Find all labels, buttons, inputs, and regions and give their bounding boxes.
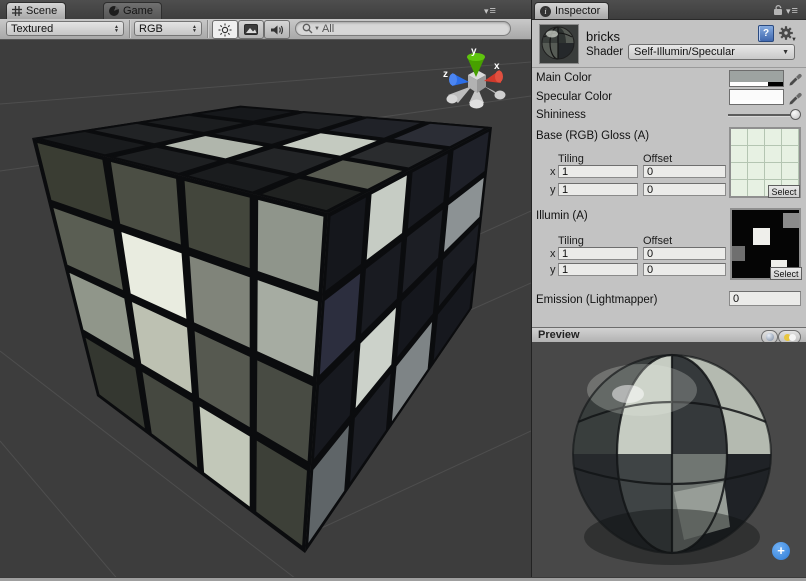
inspector-tabstrip: i Inspector ▾≡ (532, 0, 806, 20)
scene-tabstrip: Scene Game ▾≡ (0, 0, 531, 20)
illumin-y-label: y (550, 264, 556, 276)
base-offset-y-input[interactable] (643, 183, 726, 196)
unity-editor-window: Scene Game ▾≡ Textured ▲▼ RGB ▲▼ (0, 0, 806, 581)
base-y-label: y (550, 184, 556, 196)
illumin-texture-select-button[interactable]: Select (770, 267, 802, 280)
cube-object[interactable] (32, 106, 492, 553)
illumin-section-label: Illumin (A) (536, 210, 588, 222)
scene-pane-menu-icon[interactable]: ▾≡ (484, 5, 497, 17)
emission-label: Emission (Lightmapper) (536, 294, 657, 306)
illumin-tiling-x-input[interactable] (558, 247, 638, 260)
updown-arrows-icon: ▲▼ (192, 25, 197, 33)
color-mode-value: RGB (139, 23, 163, 35)
base-tiling-y-input[interactable] (558, 183, 638, 196)
search-input[interactable] (322, 23, 472, 35)
shininess-label: Shininess (536, 109, 586, 121)
axis-gizmo[interactable]: y x z (443, 46, 506, 109)
specular-color-alpha-bar (730, 100, 783, 104)
tab-game[interactable]: Game (103, 2, 162, 19)
illumin-offset-x-input[interactable] (643, 247, 726, 260)
illumin-gray-tile (732, 246, 745, 261)
illumin-tiling-y-input[interactable] (558, 263, 638, 276)
updown-arrows-icon: ▲▼ (114, 25, 119, 33)
scene-viewport[interactable]: y x z (0, 40, 531, 577)
preview-sphere (532, 342, 806, 577)
gear-icon[interactable]: ▼ (779, 26, 796, 42)
shader-label: Shader (586, 46, 623, 58)
scene-toolbar: Textured ▲▼ RGB ▲▼ (0, 19, 531, 40)
add-button[interactable]: + (772, 542, 790, 560)
divider (532, 67, 806, 68)
lock-icon[interactable] (772, 3, 784, 16)
emission-input[interactable] (729, 291, 801, 306)
inspector-pane: i Inspector ▾≡ bricks S (531, 0, 806, 581)
gizmo-z-label[interactable]: z (443, 69, 448, 80)
search-filter-arrow-icon: ▼ (314, 26, 320, 32)
shader-value: Self-Illumin/Specular (634, 46, 735, 58)
search-icon (302, 23, 313, 34)
material-name: bricks (586, 29, 620, 44)
info-icon: i (540, 6, 551, 17)
scene-pane: Scene Game ▾≡ Textured ▲▼ RGB ▲▼ (0, 0, 531, 581)
tab-scene-label: Scene (26, 5, 57, 17)
toolbar-separator (129, 20, 131, 38)
draw-mode-dropdown[interactable]: Textured ▲▼ (6, 21, 124, 36)
illumin-offset-y-input[interactable] (643, 263, 726, 276)
material-thumbnail[interactable] (539, 24, 579, 64)
tab-game-label: Game (123, 5, 153, 17)
light-white-icon (789, 334, 796, 341)
scene-lighting-toggle[interactable] (212, 20, 238, 39)
scene-grid-icon (12, 6, 22, 16)
game-icon (109, 6, 119, 16)
tab-inspector[interactable]: i Inspector (534, 2, 609, 19)
scene-search-field[interactable]: ▼ (295, 21, 511, 36)
main-color-swatch[interactable] (729, 70, 784, 87)
main-color-label: Main Color (536, 72, 592, 84)
svg-text:▼: ▼ (791, 37, 796, 42)
material-preview-area[interactable]: + (532, 342, 806, 577)
base-offset-header: Offset (643, 153, 672, 165)
base-texture-select-button[interactable]: Select (768, 185, 800, 198)
gizmo-z-axis[interactable] (449, 73, 469, 86)
illumin-x-label: x (550, 248, 556, 260)
toolbar-separator (207, 20, 209, 38)
shininess-slider-knob[interactable] (790, 109, 801, 120)
base-offset-x-input[interactable] (643, 165, 726, 178)
sun-icon (218, 23, 232, 37)
color-mode-dropdown[interactable]: RGB ▲▼ (134, 21, 202, 36)
preview-label: Preview (538, 329, 580, 341)
base-tiling-x-input[interactable] (558, 165, 638, 178)
shininess-slider-track[interactable] (728, 114, 796, 117)
tab-inspector-label: Inspector (555, 5, 600, 17)
illumin-tiling-header: Tiling (558, 235, 584, 247)
window-bottom-edge (0, 577, 806, 581)
specular-color-eyedropper-icon[interactable] (788, 89, 802, 105)
image-icon (244, 24, 258, 35)
illumin-gray-tile (783, 213, 799, 228)
help-icon[interactable]: ? (758, 25, 774, 42)
scene-audio-toggle[interactable] (264, 20, 290, 39)
base-tiling-header: Tiling (558, 153, 584, 165)
illumin-offset-header: Offset (643, 235, 672, 247)
main-color-alpha-bar (730, 82, 783, 86)
inspector-menu-icon[interactable]: ▾≡ (786, 5, 799, 17)
dropdown-arrow-icon: ▼ (782, 49, 789, 56)
draw-mode-value: Textured (11, 23, 53, 35)
base-section-label: Base (RGB) Gloss (A) (536, 130, 649, 142)
tab-scene[interactable]: Scene (6, 2, 66, 19)
sphere-icon (766, 333, 774, 341)
gizmo-y-label[interactable]: y (471, 46, 477, 57)
specular-color-swatch[interactable] (729, 89, 784, 105)
main-color-eyedropper-icon[interactable] (788, 70, 802, 86)
scene-skybox-toggle[interactable] (238, 20, 264, 39)
shader-dropdown[interactable]: Self-Illumin/Specular ▼ (628, 44, 795, 60)
gizmo-x-label[interactable]: x (494, 61, 500, 72)
speaker-icon (270, 24, 284, 36)
illumin-white-tile (753, 228, 770, 245)
base-x-label: x (550, 166, 556, 178)
specular-color-label: Specular Color (536, 91, 612, 103)
